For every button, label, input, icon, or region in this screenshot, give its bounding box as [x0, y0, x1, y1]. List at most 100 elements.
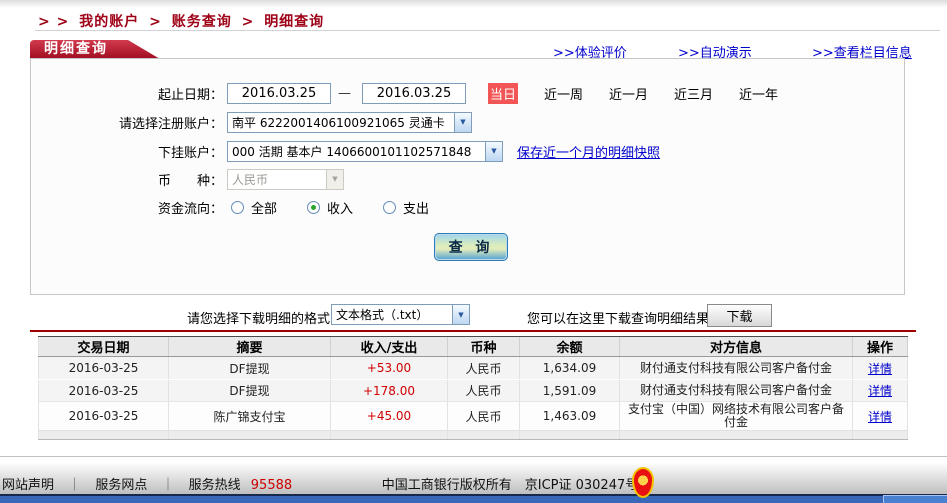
- cell-date: 2016-03-25: [38, 357, 169, 379]
- footer-left-links: 网站声明 ｜ 服务网点 ｜ 服务热线 95588: [2, 474, 292, 493]
- transaction-table: 交易日期 摘要 收入/支出 币种 余额 对方信息 操作 2016-03-25 D…: [38, 336, 908, 440]
- table-row: 2016-03-25 陈广锦支付宝 +45.00 人民币 1,463.09 支付…: [38, 401, 908, 430]
- download-format-value: 文本格式（.txt）: [336, 308, 429, 322]
- hotline-label: 服务热线: [188, 478, 241, 493]
- radio-all-label[interactable]: 全部: [251, 198, 277, 217]
- currency-value: 人民币: [232, 172, 269, 187]
- range-month-button[interactable]: 近一月: [609, 84, 648, 103]
- date-to-input[interactable]: [362, 82, 466, 104]
- breadcrumb-separator: >: [149, 14, 162, 30]
- cell-currency: 人民币: [448, 402, 520, 430]
- breadcrumb-item-detail-query[interactable]: 明细查询: [264, 14, 324, 30]
- cell-summary: DF提现: [169, 357, 331, 379]
- chevron-down-icon[interactable]: ▼: [454, 112, 471, 132]
- radio-all[interactable]: [231, 200, 244, 214]
- hotline-number: 95588: [250, 478, 293, 493]
- breadcrumb-item-account-query[interactable]: 账务查询: [172, 14, 232, 30]
- register-account-label: 请选择注册账户：: [118, 116, 223, 132]
- bottom-right-panel: [883, 495, 947, 503]
- currency-label: 币 种：: [157, 173, 223, 189]
- register-account-value: 南平 6222001406100921065 灵通卡: [232, 115, 445, 130]
- breadcrumb-item-my-account[interactable]: 我的账户: [79, 14, 139, 30]
- site-statement-link[interactable]: 网站声明: [2, 478, 54, 493]
- register-account-select[interactable]: 南平 6222001406100921065 灵通卡 ▼: [227, 111, 472, 133]
- cell-date: 2016-03-25: [38, 402, 169, 430]
- table-footer-strip: [38, 430, 908, 440]
- table-row: 2016-03-25 DF提现 +53.00 人民币 1,634.09 财付通支…: [38, 357, 908, 379]
- query-button[interactable]: 查 询: [434, 233, 508, 261]
- currency-row: 币 种： 人民币 ▼: [31, 167, 904, 191]
- today-button[interactable]: 当日: [488, 82, 518, 104]
- cell-summary: DF提现: [169, 380, 331, 401]
- flow-direction-row: 资金流向： 全部 收入 支出: [31, 195, 904, 219]
- header-amount: 收入/支出: [331, 337, 448, 356]
- download-button[interactable]: 下载: [707, 304, 772, 327]
- download-format-label: 请您选择下载明细的格式: [187, 312, 331, 327]
- radio-income-label[interactable]: 收入: [327, 198, 353, 217]
- header-balance: 余额: [520, 337, 620, 356]
- top-fade: [0, 0, 947, 8]
- detail-link[interactable]: 详情: [868, 382, 892, 399]
- cell-balance: 1,634.09: [520, 357, 620, 379]
- header-action: 操作: [853, 337, 908, 356]
- download-result-label: 您可以在这里下载查询明细结果: [527, 312, 710, 327]
- page: > > 我的账户 > 账务查询 > 明细查询 明细查询 >>体验评价 >>自动演…: [0, 0, 947, 503]
- date-range-label: 起止日期：: [157, 87, 223, 103]
- date-range-dash: —: [338, 85, 351, 101]
- copyright-text: 中国工商银行版权所有 京ICP证 030247号: [381, 478, 639, 493]
- radio-income[interactable]: [307, 200, 321, 214]
- cell-currency: 人民币: [448, 357, 520, 379]
- cell-date: 2016-03-25: [38, 380, 169, 401]
- header-date: 交易日期: [38, 337, 169, 356]
- flow-radio-group: 全部 收入 支出: [231, 198, 429, 217]
- chevron-down-icon[interactable]: ▼: [452, 305, 469, 324]
- sub-account-row: 下挂账户： 000 活期 基本户 1406600101102571848 ▼ 保…: [31, 139, 904, 163]
- cell-summary: 陈广锦支付宝: [169, 402, 331, 430]
- range-year-button[interactable]: 近一年: [739, 84, 778, 103]
- cell-currency: 人民币: [448, 380, 520, 401]
- footer-blue-bar: [0, 494, 947, 503]
- range-quarter-button[interactable]: 近三月: [674, 84, 713, 103]
- detail-link[interactable]: 详情: [868, 408, 892, 425]
- header-currency: 币种: [448, 337, 520, 356]
- cell-counterparty: 支付宝（中国）网络技术有限公司客户备付金: [620, 402, 853, 430]
- breadcrumb-separator: >: [241, 14, 255, 30]
- register-account-row: 请选择注册账户： 南平 6222001406100921065 灵通卡 ▼: [31, 110, 904, 134]
- header-counterparty: 对方信息: [620, 337, 853, 356]
- footer-separator: ｜: [161, 478, 175, 493]
- cell-balance: 1,591.09: [520, 380, 620, 401]
- sub-account-value: 000 活期 基本户 1406600101102571848: [232, 144, 472, 159]
- cell-amount: +178.00: [331, 380, 448, 401]
- table-top-red-rule: [30, 330, 916, 332]
- date-from-input[interactable]: [227, 82, 331, 104]
- breadcrumb-divider: [35, 30, 940, 31]
- detail-link[interactable]: 详情: [868, 360, 892, 377]
- footer-separator: ｜: [68, 478, 82, 493]
- table-header-row: 交易日期 摘要 收入/支出 币种 余额 对方信息 操作: [38, 336, 908, 357]
- sub-account-select[interactable]: 000 活期 基本户 1406600101102571848 ▼: [227, 140, 503, 162]
- cell-balance: 1,463.09: [520, 402, 620, 430]
- chevron-down-icon: ▼: [326, 169, 343, 189]
- query-form-panel: 起止日期： — 当日 近一周 近一月 近三月 近一年 请选择注册账户： 南平 6…: [30, 58, 905, 295]
- date-range-row: 起止日期： — 当日 近一周 近一月 近三月 近一年: [31, 81, 904, 105]
- table-row: 2016-03-25 DF提现 +178.00 人民币 1,591.09 财付通…: [38, 379, 908, 401]
- footer-divider: [0, 456, 947, 457]
- currency-select: 人民币 ▼: [227, 168, 344, 190]
- cell-counterparty: 财付通支付科技有限公司客户备付金: [620, 380, 853, 401]
- breadcrumb: > > 我的账户 > 账务查询 > 明细查询: [38, 11, 328, 31]
- cell-amount: +53.00: [331, 357, 448, 379]
- radio-expense[interactable]: [383, 200, 397, 214]
- breadcrumb-arrows: > >: [38, 14, 70, 30]
- chevron-down-icon[interactable]: ▼: [485, 141, 502, 161]
- flow-direction-label: 资金流向：: [157, 201, 223, 217]
- sub-account-label: 下挂账户：: [157, 145, 223, 161]
- radio-expense-label[interactable]: 支出: [403, 198, 429, 217]
- cell-counterparty: 财付通支付科技有限公司客户备付金: [620, 357, 853, 379]
- save-snapshot-link[interactable]: 保存近一个月的明细快照: [517, 142, 660, 161]
- download-format-select[interactable]: 文本格式（.txt） ▼: [331, 304, 470, 325]
- range-week-button[interactable]: 近一周: [544, 84, 583, 103]
- cell-amount: +45.00: [331, 402, 448, 430]
- header-summary: 摘要: [169, 337, 331, 356]
- top-links: >>体验评价 >>自动演示 >>查看栏目信息: [0, 42, 947, 61]
- service-branches-link[interactable]: 服务网点: [95, 478, 147, 493]
